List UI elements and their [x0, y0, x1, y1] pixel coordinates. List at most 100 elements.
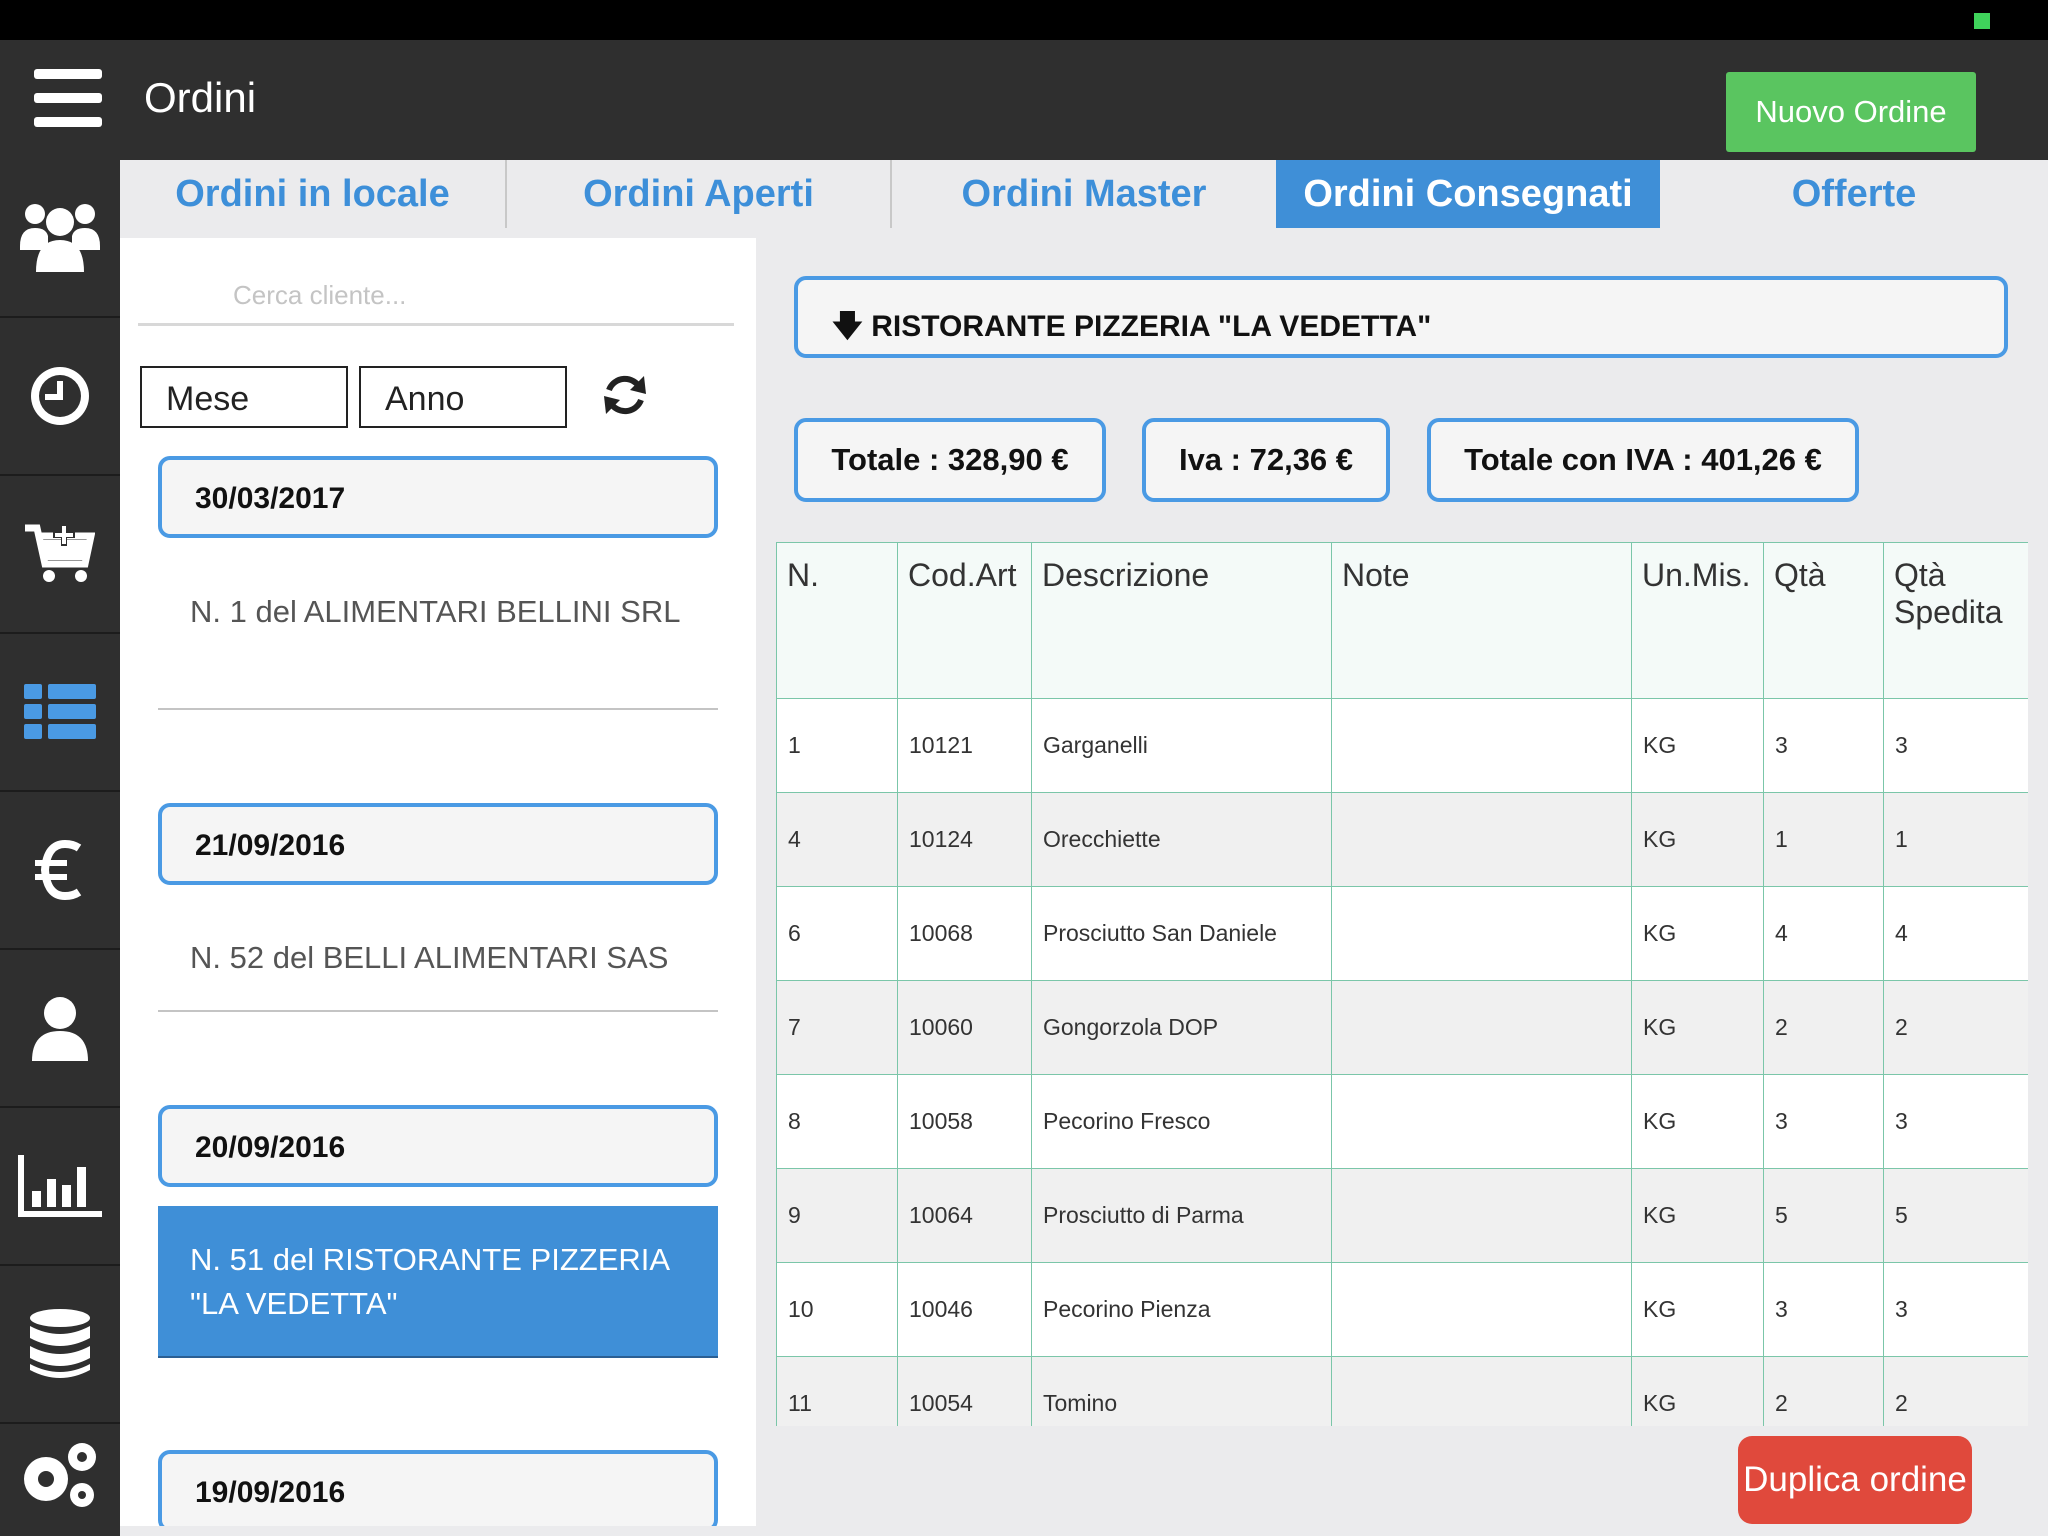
order-date-header: 19/09/2016 [158, 1450, 718, 1526]
clock-icon [31, 367, 89, 425]
tab-ordini-in-locale[interactable]: Ordini in locale [120, 160, 505, 228]
order-list-item[interactable]: N. 1 del ALIMENTARI BELLINI SRL [158, 590, 718, 634]
table-row[interactable]: 10 10046 Pecorino Pienza KG 3 3 [776, 1262, 2028, 1357]
arrow-down-icon: 🡇 [832, 310, 863, 343]
euro-icon [35, 840, 82, 900]
duplicate-order-button[interactable]: Duplica ordine [1738, 1436, 1972, 1524]
description-cell: Pecorino Pienza [1031, 1262, 1332, 1357]
col-header-number: N. [776, 542, 898, 699]
qty-shipped-cell: 1 [1883, 792, 2028, 887]
sidebar-item-customers[interactable] [0, 160, 120, 318]
qty-cell: 4 [1763, 886, 1884, 981]
list-icon [24, 684, 96, 739]
description-cell: Prosciutto San Daniele [1031, 886, 1332, 981]
col-header-code: Cod.Art [897, 542, 1032, 699]
article-code-cell: 10058 [897, 1074, 1032, 1169]
unit-cell: KG [1631, 1074, 1764, 1169]
description-cell: Garganelli [1031, 698, 1332, 793]
line-number-cell: 4 [776, 792, 898, 887]
sidebar-item-settings[interactable] [0, 1424, 120, 1524]
month-select[interactable]: Mese [140, 366, 348, 428]
table-header-row: N. Cod.Art Descrizione Note Un.Mis. Qtà … [776, 542, 2028, 699]
article-code-cell: 10060 [897, 980, 1032, 1075]
col-header-notes: Note [1331, 542, 1632, 699]
total-badge: Totale : 328,90 € [794, 418, 1106, 502]
article-code-cell: 10068 [897, 886, 1032, 981]
total-with-vat-badge: Totale con IVA : 401,26 € [1427, 418, 1859, 502]
table-row[interactable]: 9 10064 Prosciutto di Parma KG 5 5 [776, 1168, 2028, 1263]
selected-client-header[interactable]: 🡇 RISTORANTE PIZZERIA "LA VEDETTA" [794, 276, 2008, 358]
sidebar-item-profile[interactable] [0, 950, 120, 1108]
col-header-unit: Un.Mis. [1631, 542, 1764, 699]
article-code-cell: 10064 [897, 1168, 1032, 1263]
sidebar-item-payments[interactable] [0, 792, 120, 950]
description-cell: Tomino [1031, 1356, 1332, 1426]
notes-cell [1331, 980, 1632, 1075]
qty-cell: 2 [1763, 980, 1884, 1075]
col-header-qty-shipped: Qtà Spedita [1883, 542, 2028, 699]
year-select[interactable]: Anno [359, 366, 567, 428]
order-list-item[interactable]: N. 52 del BELLI ALIMENTARI SAS [158, 936, 718, 980]
qty-shipped-cell: 4 [1883, 886, 2028, 981]
unit-cell: KG [1631, 792, 1764, 887]
hamburger-menu-icon[interactable] [34, 69, 102, 127]
status-bar [0, 0, 2048, 40]
article-code-cell: 10054 [897, 1356, 1032, 1426]
search-input[interactable] [138, 268, 734, 326]
sidebar-item-orders[interactable] [0, 634, 120, 792]
article-code-cell: 10124 [897, 792, 1032, 887]
users-icon [20, 204, 100, 272]
notes-cell [1331, 1168, 1632, 1263]
tab-ordini-aperti[interactable]: Ordini Aperti [507, 160, 890, 228]
notes-cell [1331, 792, 1632, 887]
unit-cell: KG [1631, 1356, 1764, 1426]
qty-shipped-cell: 3 [1883, 1074, 2028, 1169]
line-number-cell: 7 [776, 980, 898, 1075]
notes-cell [1331, 1262, 1632, 1357]
unit-cell: KG [1631, 1168, 1764, 1263]
tab-ordini-consegnati[interactable]: Ordini Consegnati [1276, 160, 1660, 228]
line-number-cell: 9 [776, 1168, 898, 1263]
qty-cell: 2 [1763, 1356, 1884, 1426]
notes-cell [1331, 698, 1632, 793]
divider [158, 708, 718, 710]
sidebar-item-new-cart[interactable] [0, 476, 120, 634]
sidebar-item-data[interactable] [0, 1266, 120, 1424]
order-date-header: 30/03/2017 [158, 456, 718, 538]
description-cell: Orecchiette [1031, 792, 1332, 887]
cart-add-icon [25, 524, 95, 582]
vat-badge: Iva : 72,36 € [1142, 418, 1390, 502]
new-order-button[interactable]: Nuovo Ordine [1726, 72, 1976, 152]
qty-shipped-cell: 5 [1883, 1168, 2028, 1263]
sidebar-item-statistics[interactable] [0, 1108, 120, 1266]
unit-cell: KG [1631, 698, 1764, 793]
table-row[interactable]: 4 10124 Orecchiette KG 1 1 [776, 792, 2028, 887]
sidebar-item-history[interactable] [0, 318, 120, 476]
article-code-cell: 10046 [897, 1262, 1032, 1357]
line-number-cell: 8 [776, 1074, 898, 1169]
refresh-icon[interactable] [600, 370, 650, 420]
database-icon [30, 1309, 90, 1378]
line-number-cell: 11 [776, 1356, 898, 1426]
description-cell: Gongorzola DOP [1031, 980, 1332, 1075]
notes-cell [1331, 1356, 1632, 1426]
tab-ordini-master[interactable]: Ordini Master [892, 160, 1276, 228]
notes-cell [1331, 886, 1632, 981]
line-number-cell: 6 [776, 886, 898, 981]
page-title: Ordini [144, 74, 257, 121]
qty-cell: 3 [1763, 1074, 1884, 1169]
notes-cell [1331, 1074, 1632, 1169]
article-code-cell: 10121 [897, 698, 1032, 793]
order-date-header: 21/09/2016 [158, 803, 718, 885]
table-row[interactable]: 1 10121 Garganelli KG 3 3 [776, 698, 2028, 793]
table-row[interactable]: 8 10058 Pecorino Fresco KG 3 3 [776, 1074, 2028, 1169]
table-row[interactable]: 7 10060 Gongorzola DOP KG 2 2 [776, 980, 2028, 1075]
bar-chart-icon [18, 1155, 102, 1217]
user-icon [32, 997, 88, 1061]
tab-offerte[interactable]: Offerte [1660, 160, 2048, 228]
order-list-item-selected[interactable]: N. 51 del RISTORANTE PIZZERIA "LA VEDETT… [158, 1206, 718, 1358]
table-row[interactable]: 11 10054 Tomino KG 2 2 [776, 1356, 2028, 1426]
col-header-qty: Qtà [1763, 542, 1884, 699]
qty-shipped-cell: 3 [1883, 698, 2028, 793]
table-row[interactable]: 6 10068 Prosciutto San Daniele KG 4 4 [776, 886, 2028, 981]
